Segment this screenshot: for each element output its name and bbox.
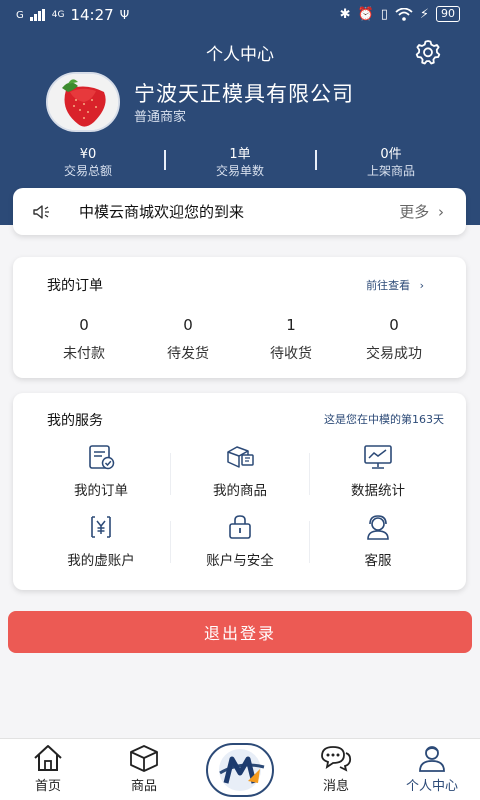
merchant-type: 普通商家	[134, 110, 187, 125]
service-my-orders[interactable]: 我的订单	[31, 443, 171, 499]
order-count: 0	[79, 316, 89, 334]
order-icon	[89, 445, 115, 470]
stat-label: 交易单数	[215, 164, 264, 178]
service-my-products[interactable]: 我的商品	[170, 443, 310, 499]
home-icon	[34, 745, 62, 771]
vibrate-icon: ▯	[380, 6, 388, 22]
strawberry-image	[48, 74, 118, 130]
clock: 14:27	[70, 6, 114, 24]
service-label: 数据统计	[351, 483, 405, 499]
message-icon	[321, 746, 352, 772]
stat-label: 交易总额	[63, 164, 112, 178]
notice-bar[interactable]: 中模云商城欢迎您的到来 更多 ›	[13, 188, 466, 235]
network-label: 4G	[51, 10, 65, 20]
service-label: 客服	[364, 553, 392, 569]
customer-service-icon	[367, 515, 389, 540]
chevron-right-icon: ›	[438, 203, 444, 221]
chevron-right-icon: ›	[419, 279, 424, 292]
logout-button[interactable]: 退出登录	[8, 611, 472, 653]
tab-label: 个人中心	[405, 779, 458, 794]
order-status-completed[interactable]: 0 交易成功	[339, 315, 449, 363]
usb-icon: Ψ	[119, 8, 130, 22]
order-status-label: 待发货	[167, 346, 209, 362]
my-services-card: 我的服务 这是您在中模的第163天 我的订单 我的商品 数据统计 我的虚账户 账…	[13, 393, 466, 590]
order-status-to-ship[interactable]: 0 待发货	[133, 315, 243, 363]
more-label: 更多	[399, 203, 430, 221]
speaker-icon	[33, 205, 49, 219]
alarm-icon: ⏰	[357, 6, 374, 22]
service-label: 账户与安全	[206, 553, 274, 569]
service-label: 我的虚账户	[67, 553, 135, 569]
tab-products[interactable]: 商品	[104, 743, 184, 794]
box-icon	[130, 745, 158, 772]
tab-label: 消息	[322, 779, 349, 794]
view-orders-link[interactable]: 前往查看 ›	[366, 277, 424, 293]
order-status-label: 未付款	[63, 346, 105, 362]
yuan-account-icon	[91, 516, 111, 538]
product-box-icon	[227, 446, 254, 468]
stat-label: 上架商品	[366, 164, 415, 178]
stat-value: 0件	[380, 147, 402, 162]
battery-indicator: 90	[436, 6, 460, 22]
order-count: 0	[389, 316, 399, 334]
brand-logo-icon	[219, 749, 265, 791]
page-title: 个人中心	[206, 45, 274, 65]
stat-order-count[interactable]: 1单 交易单数	[175, 147, 305, 179]
stat-total-amount[interactable]: ¥0 交易总额	[23, 147, 153, 179]
notice-more-link[interactable]: 更多 ›	[399, 201, 444, 222]
gear-icon[interactable]	[414, 38, 442, 66]
order-status-unpaid[interactable]: 0 未付款	[29, 315, 139, 363]
stat-listed-products[interactable]: 0件 上架商品	[326, 147, 456, 179]
stat-value: ¥0	[79, 147, 97, 162]
status-bar: G 4G 14:27 Ψ ✱ ⏰ ▯ ⚡ 90	[0, 0, 480, 30]
stats-row: ¥0 交易总额 1单 交易单数 0件 上架商品	[0, 147, 480, 179]
charging-icon: ⚡	[419, 6, 429, 22]
stat-divider	[164, 150, 166, 170]
days-note: 这是您在中模的第163天	[324, 413, 444, 426]
stat-divider	[315, 150, 317, 170]
stat-value: 1单	[229, 147, 251, 162]
view-orders-label: 前往查看	[366, 279, 411, 292]
order-status-label: 待收货	[270, 346, 312, 362]
bluetooth-icon: ✱	[339, 6, 351, 22]
notice-text: 中模云商城欢迎您的到来	[79, 203, 245, 221]
user-icon	[419, 746, 445, 772]
orders-title: 我的订单	[47, 278, 103, 294]
order-status-to-receive[interactable]: 1 待收货	[236, 315, 346, 363]
order-status-label: 交易成功	[366, 346, 422, 362]
center-brand-button[interactable]	[206, 743, 274, 797]
tab-home[interactable]: 首页	[8, 743, 88, 794]
wifi-icon	[395, 7, 413, 21]
service-data-statistics[interactable]: 数据统计	[308, 443, 448, 499]
company-name: 宁波天正模具有限公司	[134, 82, 354, 106]
my-orders-card: 我的订单 前往查看 › 0 未付款 0 待发货 1 待收货 0 交易成功	[13, 257, 466, 378]
service-label: 我的商品	[213, 483, 267, 499]
carrier-label: G	[16, 9, 24, 21]
tab-messages[interactable]: 消息	[296, 743, 376, 794]
service-label: 我的订单	[74, 483, 128, 499]
service-virtual-account[interactable]: 我的虚账户	[31, 513, 171, 569]
order-count: 0	[183, 316, 193, 334]
service-customer-service[interactable]: 客服	[308, 513, 448, 569]
order-count: 1	[286, 316, 296, 334]
avatar[interactable]	[46, 72, 120, 132]
tab-label: 商品	[130, 779, 157, 794]
service-account-security[interactable]: 账户与安全	[170, 513, 310, 569]
lock-icon	[229, 515, 251, 539]
chart-monitor-icon	[364, 445, 392, 469]
tab-label: 首页	[34, 779, 61, 794]
signal-icon	[29, 9, 45, 21]
tab-profile[interactable]: 个人中心	[392, 743, 472, 794]
services-title: 我的服务	[47, 413, 103, 429]
